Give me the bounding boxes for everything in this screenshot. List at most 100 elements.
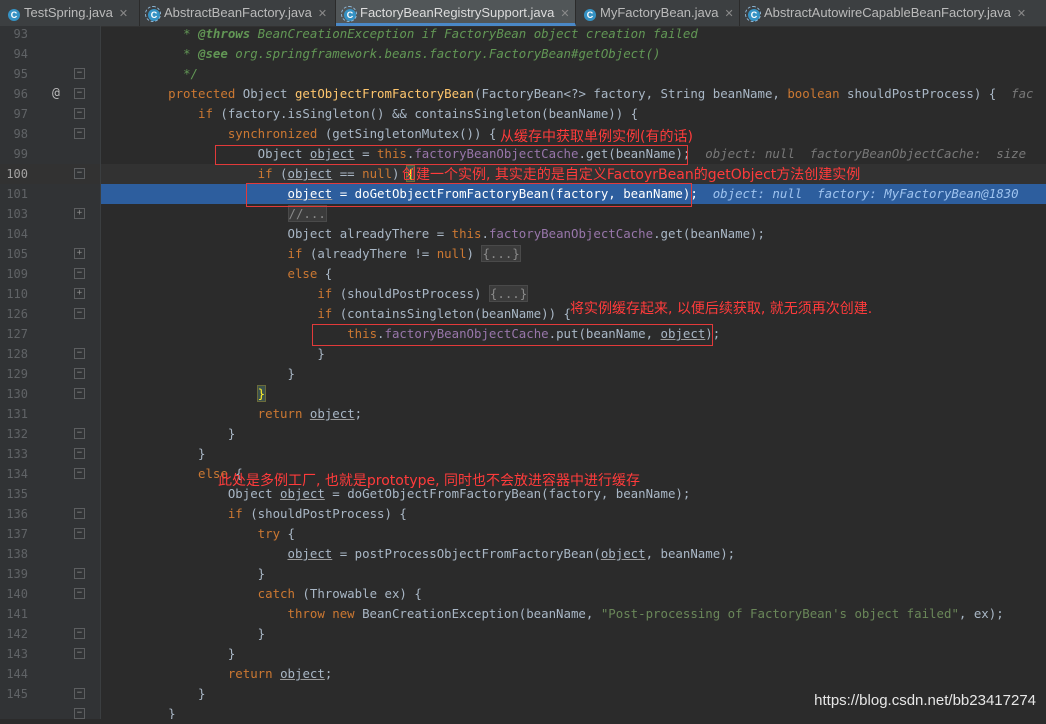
line-number: 132 — [6, 427, 28, 441]
code-line-140: catch (Throwable ex) { — [257, 586, 422, 601]
fold-end-icon[interactable]: − — [74, 568, 85, 579]
line-number: 127 — [6, 327, 28, 341]
code-line-136: if (shouldPostProcess) { — [227, 506, 407, 521]
override-marker-icon[interactable]: @ — [52, 84, 60, 104]
line-number: 139 — [6, 567, 28, 581]
line-number: 136 — [6, 507, 28, 521]
line-number: 135 — [6, 487, 28, 501]
tab-label: AbstractAutowireCapableBeanFactory.java — [764, 5, 1011, 20]
fold-icon[interactable]: − — [74, 268, 85, 279]
code-line-142: } — [101, 626, 266, 641]
fold-expand-icon[interactable]: + — [74, 208, 85, 219]
code-line-96: protected Object getObjectFromFactoryBea… — [168, 86, 1034, 101]
fold-expand-icon[interactable]: + — [74, 288, 85, 299]
line-number: 98 — [13, 127, 28, 141]
tab-factorybeanregistrysupport[interactable]: C FactoryBeanRegistrySupport.java ✕ — [336, 0, 576, 26]
line-number: 126 — [6, 307, 28, 321]
code-line-105: if (alreadyThere != null) {...} — [287, 245, 521, 262]
line-number: 101 — [6, 187, 28, 201]
annotation-cache-store: 将实例缓存起来, 以便后续获取, 就无须再次创建. — [570, 301, 873, 317]
close-icon[interactable]: ✕ — [560, 8, 569, 20]
line-number: 109 — [6, 267, 28, 281]
code-line-143: } — [101, 646, 236, 661]
line-number: 95 — [13, 67, 28, 81]
fold-icon[interactable]: − — [74, 588, 85, 599]
code-line-95: */ — [175, 66, 198, 81]
code-line-139: } — [101, 566, 266, 581]
line-number: 96 — [13, 87, 28, 101]
tab-label: AbstractBeanFactory.java — [164, 5, 312, 20]
code-line-133: } — [101, 446, 206, 461]
line-number: 104 — [6, 227, 28, 241]
line-number: 140 — [6, 587, 28, 601]
line-number: 99 — [13, 147, 28, 161]
fold-icon[interactable]: − — [74, 308, 85, 319]
line-number: 103 — [6, 207, 28, 221]
annotation-prototype: 此处是多例工厂, 也就是prototype, 同时也不会放进容器中进行缓存 — [218, 473, 641, 489]
folded-block[interactable]: {...} — [481, 245, 521, 262]
code-line-94: * @see org.springframework.beans.factory… — [175, 46, 661, 61]
fold-icon[interactable]: − — [74, 508, 85, 519]
code-line-129: } — [101, 366, 295, 381]
line-number: 94 — [13, 47, 28, 61]
fold-end-icon[interactable]: − — [74, 648, 85, 659]
fold-end-icon[interactable]: − — [74, 628, 85, 639]
fold-icon[interactable]: − — [74, 468, 85, 479]
tab-label: FactoryBeanRegistrySupport.java — [360, 5, 555, 20]
line-number: 130 — [6, 387, 28, 401]
class-icon: C — [584, 9, 596, 21]
line-number: 110 — [6, 287, 28, 301]
abstract-class-icon: C — [145, 6, 161, 22]
highlight-box-cache-put — [312, 324, 713, 346]
fold-end-icon[interactable]: − — [74, 368, 85, 379]
annotation-create-instance: 创建一个实例, 其实走的是自定义FactoyrBean的getObject方法创… — [402, 167, 861, 183]
close-icon[interactable]: ✕ — [119, 8, 128, 20]
tab-label: MyFactoryBean.java — [600, 5, 719, 20]
code-line-138: object = postProcessObjectFromFactoryBea… — [287, 546, 736, 561]
code-line-128: } — [101, 346, 325, 361]
fold-end-icon[interactable]: − — [74, 388, 85, 399]
line-number: 137 — [6, 527, 28, 541]
line-number: 144 — [6, 667, 28, 681]
line-number: 141 — [6, 607, 28, 621]
abstract-class-icon: C — [745, 6, 761, 22]
annotation-cache-lookup: 从缓存中获取单例实例(有的话) — [500, 129, 693, 145]
fold-icon[interactable]: − — [74, 128, 85, 139]
fold-end-icon[interactable]: − — [74, 448, 85, 459]
highlight-box-cache-get — [215, 145, 688, 165]
line-number: 138 — [6, 547, 28, 561]
tab-testspring[interactable]: C TestSpring.java ✕ — [0, 0, 140, 26]
code-line-97: if (factory.isSingleton() && containsSin… — [197, 106, 639, 121]
line-number: 133 — [6, 447, 28, 461]
tab-abstractbeanfactory[interactable]: C AbstractBeanFactory.java ✕ — [140, 0, 336, 26]
fold-icon[interactable]: − — [74, 88, 85, 99]
line-number: 145 — [6, 687, 28, 701]
editor-gutter: 93 94 95− @96− 97− 98− 99 100− 101 103 + … — [0, 26, 100, 719]
code-line-104: Object alreadyThere = this.factoryBeanOb… — [101, 226, 765, 241]
line-number: 129 — [6, 367, 28, 381]
tab-label: TestSpring.java — [24, 5, 113, 20]
code-line-93: * @throws BeanCreationException if Facto… — [175, 26, 698, 41]
close-icon[interactable]: ✕ — [1017, 8, 1026, 20]
code-line-130: } — [256, 385, 267, 402]
fold-end-icon[interactable]: − — [74, 708, 85, 719]
fold-end-icon[interactable]: − — [74, 688, 85, 699]
code-line-131: return object; — [257, 406, 363, 421]
fold-end-icon[interactable]: − — [74, 68, 85, 79]
close-icon[interactable]: ✕ — [318, 8, 327, 20]
fold-expand-icon[interactable]: + — [74, 248, 85, 259]
fold-icon[interactable]: − — [74, 108, 85, 119]
line-number: 97 — [13, 107, 28, 121]
tab-abstractautowirecapablebeanfactory[interactable]: C AbstractAutowireCapableBeanFactory.java… — [740, 0, 1046, 26]
fold-icon[interactable]: − — [74, 528, 85, 539]
folded-comment[interactable]: //... — [287, 205, 327, 222]
folded-block[interactable]: {...} — [488, 285, 529, 302]
code-line-109: else { — [287, 266, 333, 281]
close-icon[interactable]: ✕ — [725, 8, 734, 20]
tab-myfactorybean[interactable]: C MyFactoryBean.java ✕ — [576, 0, 740, 26]
line-number: 128 — [6, 347, 28, 361]
code-line-141: throw new BeanCreationException(beanName… — [287, 606, 1004, 621]
fold-end-icon[interactable]: − — [74, 348, 85, 359]
fold-end-icon[interactable]: − — [74, 428, 85, 439]
fold-icon[interactable]: − — [74, 168, 85, 179]
